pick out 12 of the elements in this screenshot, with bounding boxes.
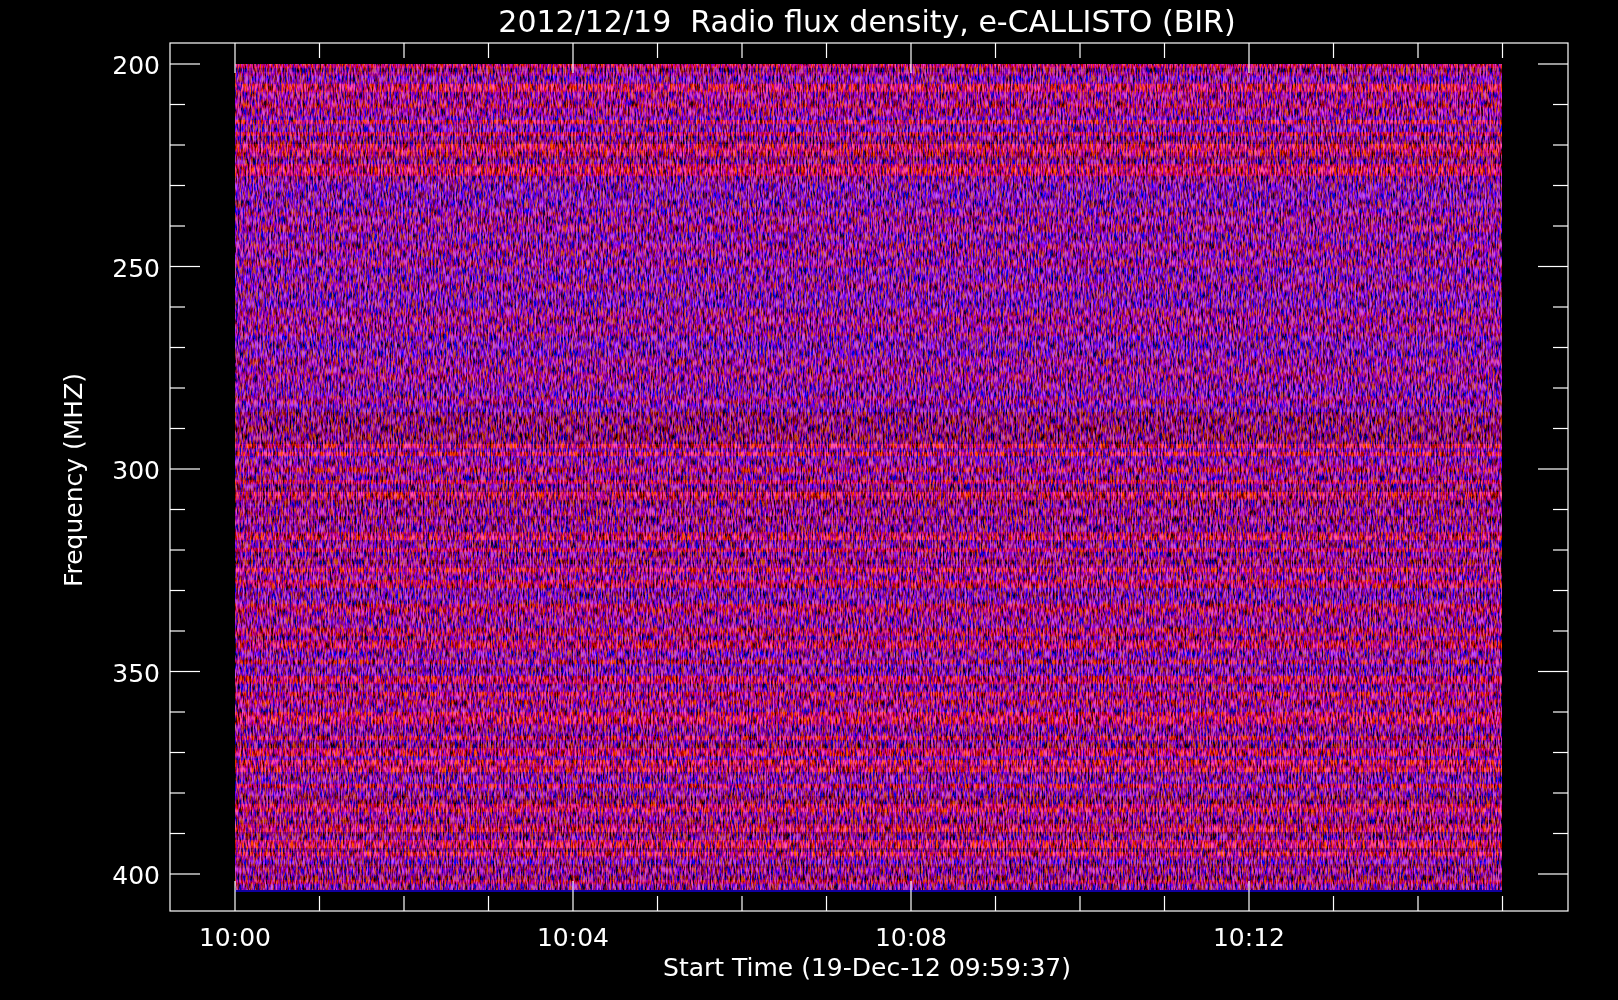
tick-label: 350: [112, 658, 160, 688]
tick-label: 10:12: [1213, 923, 1285, 952]
axis-label: Frequency (MHZ): [59, 372, 88, 588]
tick-label: 300: [112, 456, 160, 485]
axis-label: Start Time (19-Dec-12 09:59:37): [663, 953, 1071, 982]
tick-label: 10:00: [199, 923, 271, 952]
tick-label: 10:04: [537, 923, 609, 952]
chart-title: 2012/12/19 Radio flux density, e-CALLISTO (BIR): [498, 4, 1236, 39]
tick-label: 200: [112, 51, 160, 80]
tick-label: 250: [112, 253, 160, 283]
tick-label: 10:08: [875, 923, 947, 952]
tick-label: 400: [112, 861, 160, 890]
